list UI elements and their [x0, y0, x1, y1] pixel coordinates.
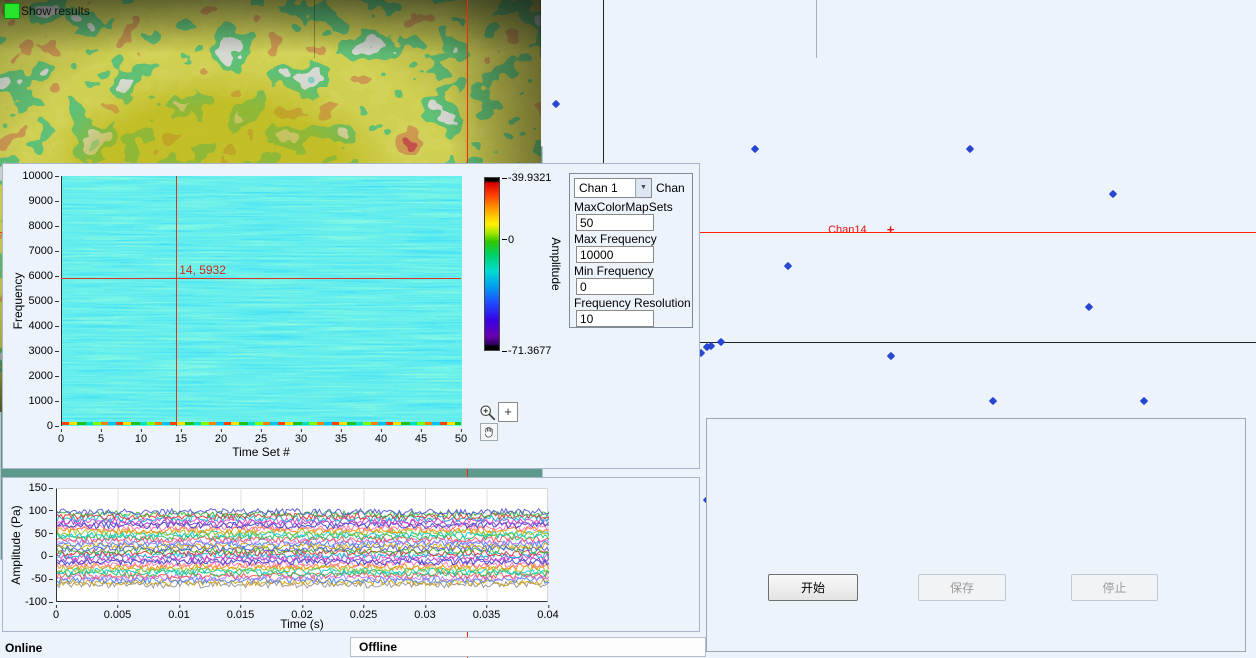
cursor-tool-button[interactable]: +	[498, 402, 518, 422]
maxcolormapsets-field[interactable]	[576, 214, 654, 231]
max-frequency-label: Max Frequency	[574, 232, 688, 245]
channel-controls-cluster: Chan 1 ▼ Chan MaxColorMapSets Max Freque…	[569, 173, 693, 328]
spectrogram-panel: 1000090008000700060005000400030002000100…	[2, 163, 700, 469]
spectrogram-y-axis-label: Frequency	[11, 273, 25, 330]
offline-status-box: Offline	[350, 637, 706, 657]
channel-value: Chan 1	[575, 181, 635, 195]
offline-status-label: Offline	[359, 638, 397, 656]
min-frequency-label: Min Frequency	[574, 264, 688, 277]
acoustic-camera-app: 新建 Record duration(s) Camera ID BSWA 36A…	[0, 0, 1256, 658]
waveform-y-axis-label: Amplitude (Pa)	[9, 505, 23, 584]
spectrogram-x-axis-label: Time Set #	[232, 445, 290, 459]
colorbar-axis-label: Amplitude	[549, 237, 563, 290]
start-button[interactable]: 开始	[768, 574, 858, 601]
channel-dropdown[interactable]: Chan 1 ▼	[574, 178, 652, 198]
spectrogram-image	[62, 176, 462, 426]
array-cursor-label: Chan14	[828, 224, 867, 236]
spectrogram-y-ticks: 1000090008000700060005000400030002000100…	[21, 176, 59, 426]
min-frequency-field[interactable]	[576, 278, 654, 295]
maxcolormapsets-label: MaxColorMapSets	[574, 200, 688, 213]
run-control-panel: 开始 保存 停止	[706, 418, 1246, 652]
waveform-plot[interactable]	[56, 488, 548, 602]
frequency-resolution-field[interactable]	[576, 310, 654, 327]
colorbar-max-label: -39.9321	[502, 172, 551, 184]
chevron-down-icon[interactable]: ▼	[635, 179, 651, 197]
hand-icon	[483, 426, 495, 438]
colorbar-min-label: -71.3677	[502, 345, 551, 357]
online-status-label: Online	[5, 641, 42, 655]
colorbar-mid-label: 0	[502, 234, 514, 246]
stop-button[interactable]: 停止	[1071, 574, 1158, 601]
max-frequency-field[interactable]	[576, 246, 654, 263]
spectrogram-cursor-value: 14, 5932	[179, 263, 226, 277]
channel-label: Chan	[656, 181, 685, 195]
waveform-x-axis-label: Time (s)	[280, 617, 324, 631]
spectrogram-plot[interactable]	[61, 176, 461, 426]
amplitude-colorbar	[484, 177, 500, 351]
spectrogram-cursor-vline[interactable]	[176, 176, 177, 426]
zoom-tool-icon[interactable]	[479, 404, 497, 422]
pan-hand-tool[interactable]	[480, 423, 498, 441]
spectrogram-bottom-band	[62, 422, 461, 425]
spectrogram-x-ticks: 05101520253035404550	[61, 430, 461, 444]
save-button[interactable]: 保存	[918, 574, 1006, 601]
array-cursor-cross-icon[interactable]: +	[887, 221, 895, 236]
frequency-resolution-label: Frequency Resolution	[574, 296, 688, 309]
waveform-traces	[57, 489, 549, 603]
waveform-panel: 150100500-50-100 00.0050.010.0150.020.02…	[2, 477, 700, 632]
spectrogram-cursor-hline[interactable]	[61, 278, 461, 279]
